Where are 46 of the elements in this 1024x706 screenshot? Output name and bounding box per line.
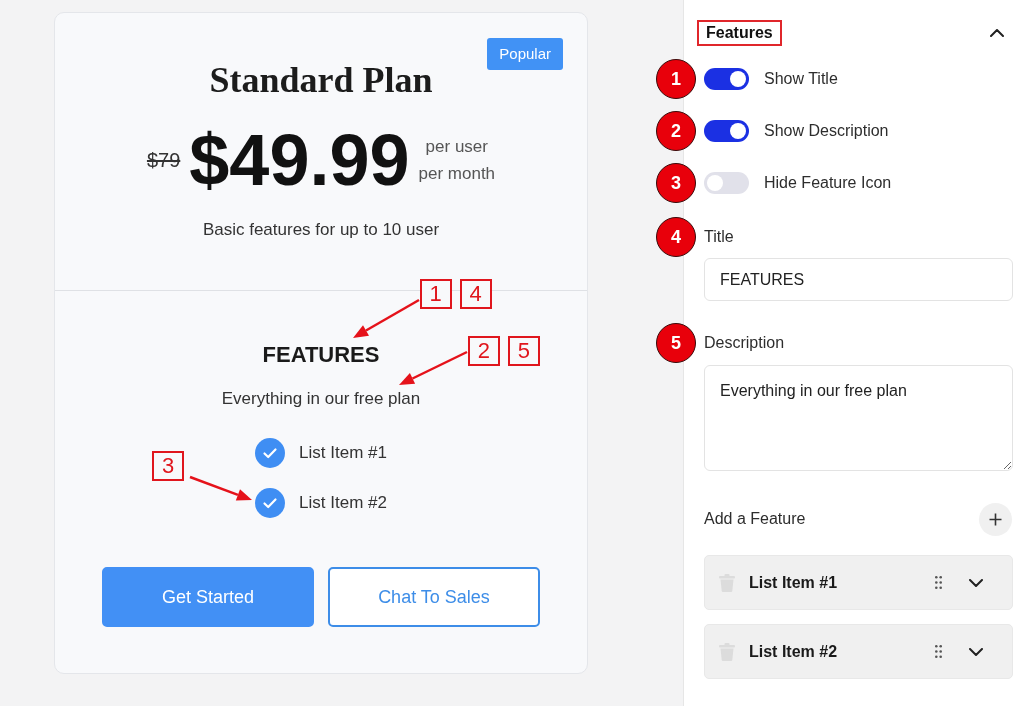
feature-text: List Item #1 (299, 443, 387, 463)
plus-icon (989, 512, 1002, 526)
toggle-label: Show Title (764, 70, 838, 88)
step-marker: 1 (656, 59, 696, 99)
old-price: $79 (146, 148, 181, 172)
section-title: Features (697, 20, 782, 46)
plan-summary: Basic features for up to 10 user (201, 219, 441, 241)
callout-number: 3 (152, 451, 185, 481)
price: $49.99 (189, 120, 410, 200)
chevron-up-icon[interactable] (990, 29, 1004, 37)
toggle-label: Show Description (764, 122, 889, 140)
chevron-down-icon[interactable] (969, 647, 983, 656)
text-input[interactable]: FEATURES (704, 258, 1013, 301)
feature-item-label: List Item #1 (749, 573, 839, 592)
check-circle-icon (255, 488, 286, 518)
callout-number: 2 (467, 336, 500, 366)
add-button[interactable] (979, 502, 1012, 536)
field-label: Description (704, 333, 785, 353)
drag-handle-icon[interactable] (935, 645, 942, 658)
callout-number: 1 (419, 279, 452, 309)
price-period: per user (425, 136, 488, 158)
plan-title: Standard Plan (208, 59, 434, 102)
features-heading: FEATURES (262, 341, 380, 369)
chevron-down-icon[interactable] (969, 578, 983, 587)
toggle-switch[interactable] (704, 172, 749, 194)
features-description: Everything in our free plan (221, 388, 421, 410)
callout-number: 4 (459, 279, 492, 309)
toggle-label: Hide Feature Icon (764, 174, 892, 192)
step-marker: 5 (656, 323, 696, 363)
drag-handle-icon[interactable] (935, 576, 942, 589)
feature-item[interactable]: List Item #2 (704, 624, 1013, 679)
add-feature-label: Add a Feature (704, 510, 806, 528)
step-marker: 2 (656, 111, 696, 151)
popular-badge: Popular (487, 38, 563, 70)
toggle-switch[interactable] (704, 68, 749, 90)
feature-item-label: List Item #2 (749, 642, 839, 661)
toggle-switch[interactable] (704, 120, 749, 142)
textarea-input[interactable]: Everything in our free plan (704, 365, 1013, 471)
step-marker: 4 (656, 217, 696, 257)
field-label: Title (704, 227, 734, 247)
feature-text: List Item #2 (299, 493, 387, 513)
callout-number: 5 (507, 336, 540, 366)
check-circle-icon (255, 438, 286, 468)
feature-item[interactable]: List Item #1 (704, 555, 1013, 610)
step-marker: 3 (656, 163, 696, 203)
price-period: per month (418, 163, 496, 185)
